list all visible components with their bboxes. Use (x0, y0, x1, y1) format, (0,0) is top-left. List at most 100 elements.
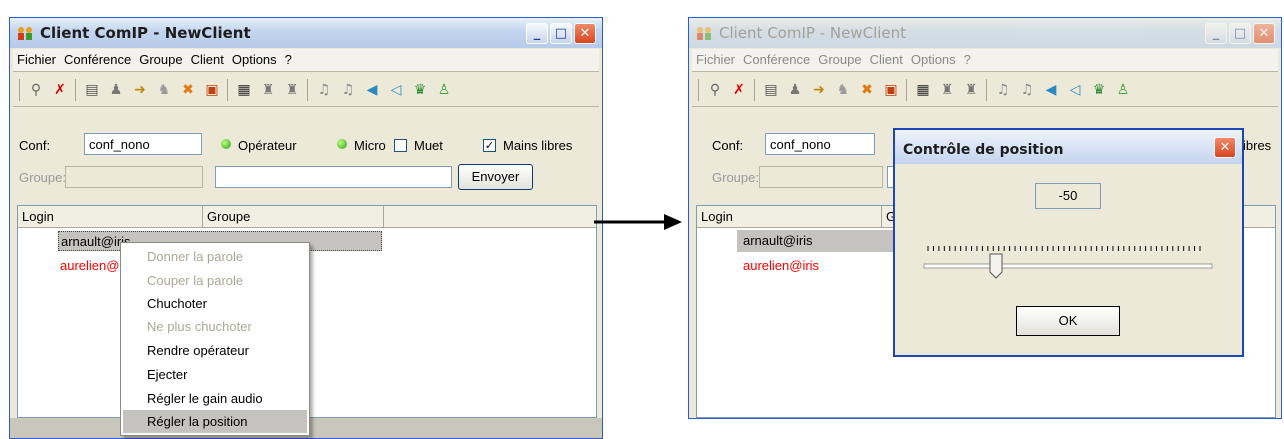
menu-fichier[interactable]: Fichier (13, 49, 60, 67)
person-icon[interactable]: ♙ (435, 81, 453, 99)
disconnect-icon[interactable]: ✗ (730, 81, 748, 99)
headset-icon[interactable]: ♫ (994, 81, 1012, 99)
row-login: aurelien@ (60, 258, 120, 273)
menu-item-chuchoter[interactable]: Chuchoter (123, 292, 307, 315)
menu-groupe[interactable]: Groupe (135, 49, 186, 67)
toolbar-separator (754, 79, 755, 101)
micro-indicator-icon (337, 139, 347, 149)
menu-item-regler-position[interactable]: Régler la position (123, 410, 307, 433)
menu-fichier[interactable]: Fichier (692, 49, 739, 67)
document-icon[interactable]: ▤ (762, 81, 780, 99)
maximize-button[interactable]: □ (550, 23, 572, 44)
document-icon[interactable]: ▤ (83, 81, 101, 99)
groupe-field (65, 166, 203, 188)
user-add-icon[interactable]: ♟ (786, 81, 804, 99)
slider-thumb[interactable] (989, 253, 1003, 279)
menu-client[interactable]: Client (866, 49, 907, 67)
menu-groupe[interactable]: Groupe (814, 49, 865, 67)
speak-icon[interactable]: ◀ (363, 81, 381, 99)
headset-icon[interactable]: ♫ (315, 81, 333, 99)
message-input[interactable] (215, 166, 452, 188)
column-login[interactable]: Login (18, 206, 203, 228)
groupe-field (759, 166, 883, 188)
user-add-icon[interactable]: ♟ (107, 81, 125, 99)
dialog-title-bar[interactable]: Contrôle de position ✕ (895, 130, 1242, 164)
users-icon[interactable]: ♞ (834, 81, 852, 99)
menu-conference[interactable]: Conférence (739, 49, 814, 67)
menu-options[interactable]: Options (907, 49, 960, 67)
menu-item-rendre-operateur[interactable]: Rendre opérateur (123, 339, 307, 362)
minimize-button[interactable]: _ (526, 23, 548, 44)
toolbar-separator (75, 79, 76, 101)
column-login-label: Login (22, 209, 54, 224)
monitor-icon[interactable]: ▣ (203, 81, 221, 99)
app-icon (18, 27, 32, 40)
person-icon[interactable]: ♙ (1114, 81, 1132, 99)
menu-help[interactable]: ? (281, 49, 296, 67)
menu-help[interactable]: ? (960, 49, 975, 67)
headset-alt-icon[interactable]: ♫ (1018, 81, 1036, 99)
window-title: Client ComIP - NewClient (40, 24, 251, 42)
award-icon[interactable]: ♛ (411, 81, 429, 99)
group-alt-icon[interactable]: ♜ (962, 81, 980, 99)
toolbar: ⚲ ✗ ▤ ♟ ➜ ♞ ✖ ▣ ▦ ♜ ♜ ♫ ♫ ◀ ◁ ♛ ♙ (692, 72, 1278, 107)
send-button[interactable]: Envoyer (458, 164, 533, 190)
toolbar-separator (227, 79, 228, 101)
ok-button[interactable]: OK (1016, 306, 1120, 336)
groupe-label: Groupe: (19, 170, 66, 185)
menu-client[interactable]: Client (187, 49, 228, 67)
conf-field[interactable]: conf_nono (84, 133, 202, 155)
user-remove-icon[interactable]: ✖ (179, 81, 197, 99)
group-icon[interactable]: ♜ (938, 81, 956, 99)
connect-icon[interactable]: ⚲ (27, 81, 45, 99)
file-icon[interactable]: ▦ (235, 81, 253, 99)
context-menu: Donner la parole Couper la parole Chucho… (120, 242, 310, 436)
mains-libres-checkbox[interactable]: ✓ (483, 139, 496, 152)
close-button[interactable]: ✕ (574, 23, 596, 44)
position-value: -50 (1058, 188, 1078, 203)
disconnect-icon[interactable]: ✗ (51, 81, 69, 99)
menu-item-regler-gain[interactable]: Régler le gain audio (123, 387, 307, 410)
conf-field[interactable]: conf_nono (765, 133, 875, 155)
menu-options[interactable]: Options (228, 49, 281, 67)
menu-conference[interactable]: Conférence (60, 49, 135, 67)
user-arrow-icon[interactable]: ➜ (131, 81, 149, 99)
position-slider[interactable] (920, 234, 1220, 284)
close-button[interactable]: ✕ (1253, 23, 1275, 44)
speak-off-icon[interactable]: ◁ (387, 81, 405, 99)
speak-icon[interactable]: ◀ (1042, 81, 1060, 99)
row-login: aurelien@iris (743, 258, 820, 273)
toolbar-separator (698, 79, 699, 101)
headset-alt-icon[interactable]: ♫ (339, 81, 357, 99)
title-bar[interactable]: Client ComIP - NewClient _ □ ✕ (10, 18, 602, 48)
list-item[interactable]: aurelien@ (60, 258, 119, 273)
group-icon[interactable]: ♜ (259, 81, 277, 99)
maximize-button[interactable]: □ (1229, 23, 1251, 44)
dialog-close-button[interactable]: ✕ (1214, 137, 1236, 158)
minimize-button[interactable]: _ (1205, 23, 1227, 44)
file-icon[interactable]: ▦ (914, 81, 932, 99)
micro-label: Micro (354, 138, 386, 153)
title-bar[interactable]: Client ComIP - NewClient _ □ ✕ (689, 18, 1281, 48)
menu-item-ne-plus-chuchoter: Ne plus chuchoter (123, 315, 307, 338)
connect-icon[interactable]: ⚲ (706, 81, 724, 99)
slider-thumb-shape[interactable] (989, 253, 1003, 279)
position-value-box: -50 (1035, 183, 1101, 209)
dialog-title: Contrôle de position (903, 142, 1064, 158)
menu-item-ejecter[interactable]: Ejecter (123, 363, 307, 386)
group-alt-icon[interactable]: ♜ (283, 81, 301, 99)
toolbar-separator (906, 79, 907, 101)
user-remove-icon[interactable]: ✖ (858, 81, 876, 99)
column-groupe[interactable]: Groupe (203, 206, 384, 228)
speak-off-icon[interactable]: ◁ (1066, 81, 1084, 99)
column-login[interactable]: Login (697, 206, 882, 228)
award-icon[interactable]: ♛ (1090, 81, 1108, 99)
monitor-icon[interactable]: ▣ (882, 81, 900, 99)
user-arrow-icon[interactable]: ➜ (810, 81, 828, 99)
users-icon[interactable]: ♞ (155, 81, 173, 99)
list-item-selected[interactable]: arnault@iris (737, 230, 897, 252)
muet-label: Muet (414, 138, 443, 153)
groupe-label: Groupe: (712, 170, 759, 185)
list-item[interactable]: aurelien@iris (743, 258, 819, 273)
muet-checkbox[interactable] (394, 139, 407, 152)
